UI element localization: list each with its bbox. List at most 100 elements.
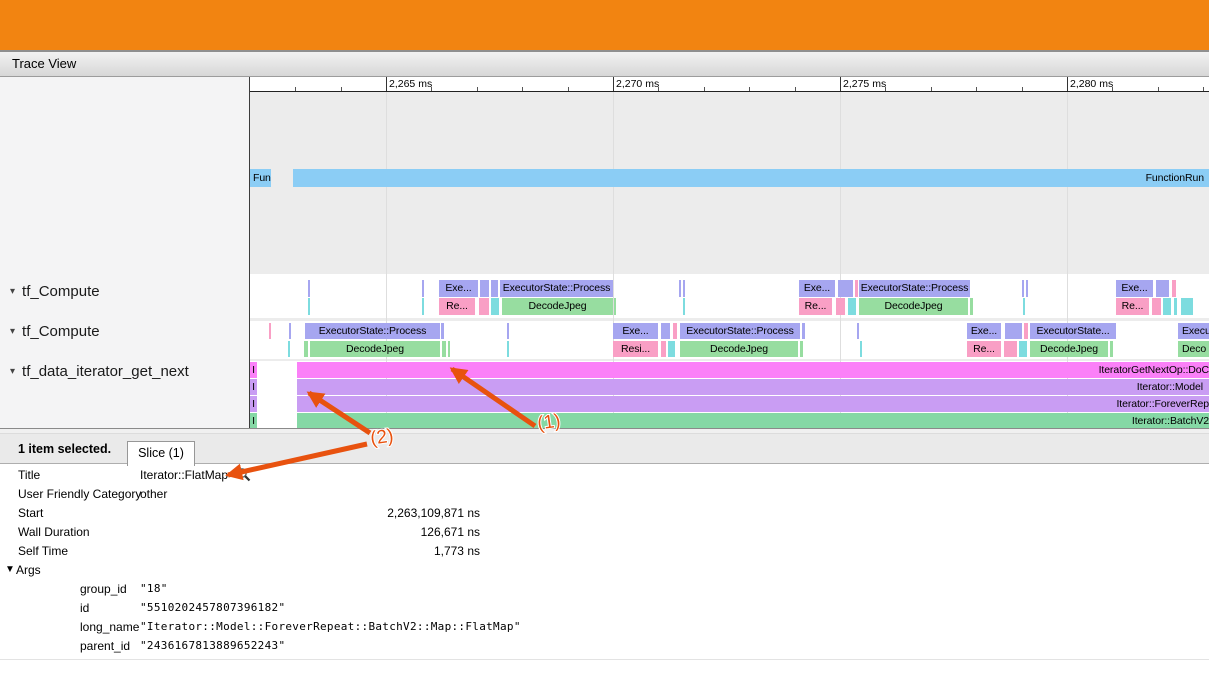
trace-event-bar[interactable]: ExecutorState::Process	[305, 323, 440, 339]
trace-event-bar[interactable]: DecodeJpeg	[680, 341, 798, 357]
trace-event-bar[interactable]	[683, 298, 685, 315]
trace-event-bar[interactable]: Re...	[967, 341, 1001, 357]
trace-event-bar[interactable]: IteratorGetNextOp::DoC	[297, 362, 1209, 378]
trace-event-bar[interactable]	[1023, 298, 1025, 315]
trace-event-bar[interactable]	[441, 323, 444, 339]
trace-event-bar[interactable]	[422, 298, 424, 315]
trace-event-bar[interactable]	[491, 280, 498, 297]
trace-event-bar[interactable]	[1024, 323, 1028, 339]
trace-event-bar[interactable]: I	[250, 362, 257, 378]
trace-event-bar[interactable]	[661, 323, 670, 339]
detail-row: Wall Duration126,671 ns	[0, 522, 1209, 541]
trace-event-bar[interactable]	[1181, 298, 1193, 315]
trace-event-bar[interactable]	[848, 298, 856, 315]
trace-event-bar[interactable]: Exe...	[1116, 280, 1153, 297]
sidebar-track-label: tf_Compute	[22, 283, 100, 300]
trace-event-bar[interactable]	[288, 341, 290, 357]
trace-event-bar[interactable]	[491, 298, 499, 315]
trace-event-bar[interactable]	[1019, 341, 1027, 357]
trace-event-bar[interactable]	[838, 280, 853, 297]
trace-event-bar[interactable]	[836, 298, 845, 315]
time-ruler[interactable]: 2,265 ms2,270 ms2,275 ms2,280 ms	[250, 77, 1209, 92]
trace-event-bar[interactable]: ExecutorState::Process	[500, 280, 613, 297]
trace-event-bar[interactable]	[679, 280, 681, 297]
bottom-divider	[0, 659, 1209, 660]
args-row[interactable]: ▼Args	[0, 560, 1209, 579]
trace-event-bar[interactable]	[1163, 298, 1171, 315]
timeline-area[interactable]: 2,265 ms2,270 ms2,275 ms2,280 ms ▾ tf_Com…	[0, 77, 1209, 428]
trace-event-bar[interactable]	[1005, 323, 1022, 339]
trace-event-bar[interactable]	[970, 298, 973, 315]
trace-event-bar[interactable]	[1156, 280, 1169, 297]
trace-event-bar[interactable]: Exe...	[967, 323, 1001, 339]
trace-event-bar[interactable]	[269, 323, 271, 339]
trace-event-bar[interactable]: Exe...	[799, 280, 835, 297]
sidebar-track-row[interactable]: ▾tf_Compute	[10, 322, 100, 340]
trace-event-bar[interactable]: Exe...	[439, 280, 478, 297]
trace-event-bar[interactable]: Fun	[250, 169, 271, 187]
trace-event-bar[interactable]	[304, 341, 308, 357]
trace-event-bar[interactable]	[683, 280, 685, 297]
trace-event-bar[interactable]	[857, 323, 859, 339]
trace-event-bar[interactable]: Re...	[439, 298, 475, 315]
trace-event-bar[interactable]	[668, 341, 675, 357]
trace-event-bar[interactable]: I	[250, 379, 257, 395]
trace-event-bar[interactable]	[661, 341, 666, 357]
trace-event-bar[interactable]	[855, 280, 858, 297]
trace-event-bar[interactable]: Re...	[1116, 298, 1149, 315]
trace-event-bar[interactable]	[308, 280, 310, 297]
trace-event-bar[interactable]	[1026, 280, 1028, 297]
trace-event-bar[interactable]: DecodeJpeg	[310, 341, 440, 357]
trace-event-bar[interactable]	[802, 323, 805, 339]
trace-event-bar[interactable]	[448, 341, 450, 357]
trace-event-bar[interactable]: I	[250, 413, 257, 428]
collapse-triangle-icon[interactable]: ▾	[10, 286, 15, 297]
trace-event-bar[interactable]	[442, 341, 446, 357]
tab-slice[interactable]: Slice (1)	[127, 441, 195, 466]
arg-key: group_id	[80, 582, 127, 596]
detail-row: TitleIterator::FlatMap	[0, 465, 1209, 484]
trace-event-bar[interactable]: DecodeJpeg	[1030, 341, 1108, 357]
trace-event-bar[interactable]	[860, 341, 862, 357]
trace-event-bar[interactable]: ExecutorState...	[1030, 323, 1116, 339]
trace-event-bar[interactable]	[1022, 280, 1024, 297]
trace-event-bar[interactable]	[1172, 280, 1176, 297]
trace-event-bar[interactable]	[1174, 298, 1177, 315]
trace-event-bar[interactable]	[308, 298, 310, 315]
trace-event-bar[interactable]	[673, 323, 677, 339]
trace-event-bar[interactable]: Iterator::ForeverRep	[297, 396, 1209, 412]
trace-event-bar[interactable]	[507, 341, 509, 357]
arg-row: group_id "18"	[0, 579, 1209, 598]
args-label: Args	[16, 563, 41, 577]
collapse-triangle-icon[interactable]: ▾	[10, 366, 15, 377]
trace-event-bar[interactable]	[479, 298, 489, 315]
sidebar-track-row[interactable]: ▾ tf_Compute	[10, 282, 100, 300]
trace-event-bar[interactable]: DecodeJpeg	[859, 298, 968, 315]
arg-value: "18"	[140, 582, 168, 595]
trace-event-bar[interactable]	[1004, 341, 1017, 357]
trace-event-bar[interactable]	[614, 298, 616, 315]
collapse-triangle-icon[interactable]: ▾	[10, 326, 15, 337]
trace-event-bar[interactable]: Execut	[1178, 323, 1209, 339]
detail-row: User Friendly Categoryother	[0, 484, 1209, 503]
trace-event-bar[interactable]: Iterator::BatchV2	[297, 413, 1209, 428]
trace-event-bar[interactable]	[289, 323, 291, 339]
trace-event-bar[interactable]: ExecutorState::Process	[680, 323, 800, 339]
trace-event-bar[interactable]	[800, 341, 803, 357]
trace-event-bar[interactable]: Exe...	[613, 323, 658, 339]
trace-event-bar[interactable]	[1110, 341, 1113, 357]
trace-event-bar[interactable]: Deco	[1178, 341, 1209, 357]
sidebar-track-row[interactable]: ▾tf_data_iterator_get_next	[10, 362, 189, 380]
trace-event-bar[interactable]: I	[250, 396, 257, 412]
trace-event-bar[interactable]: ExecutorState::Process	[859, 280, 970, 297]
trace-event-bar[interactable]	[507, 323, 509, 339]
trace-event-bar[interactable]	[422, 280, 424, 297]
trace-event-bar[interactable]: DecodeJpeg	[502, 298, 613, 315]
args-collapse-triangle-icon[interactable]: ▼	[5, 564, 15, 575]
trace-event-bar[interactable]: Iterator::Model	[297, 379, 1209, 395]
trace-event-bar[interactable]: Resi...	[613, 341, 658, 357]
trace-event-bar[interactable]: FunctionRun	[293, 169, 1209, 187]
trace-event-bar[interactable]	[1152, 298, 1161, 315]
trace-event-bar[interactable]: Re...	[799, 298, 832, 315]
trace-event-bar[interactable]	[480, 280, 489, 297]
